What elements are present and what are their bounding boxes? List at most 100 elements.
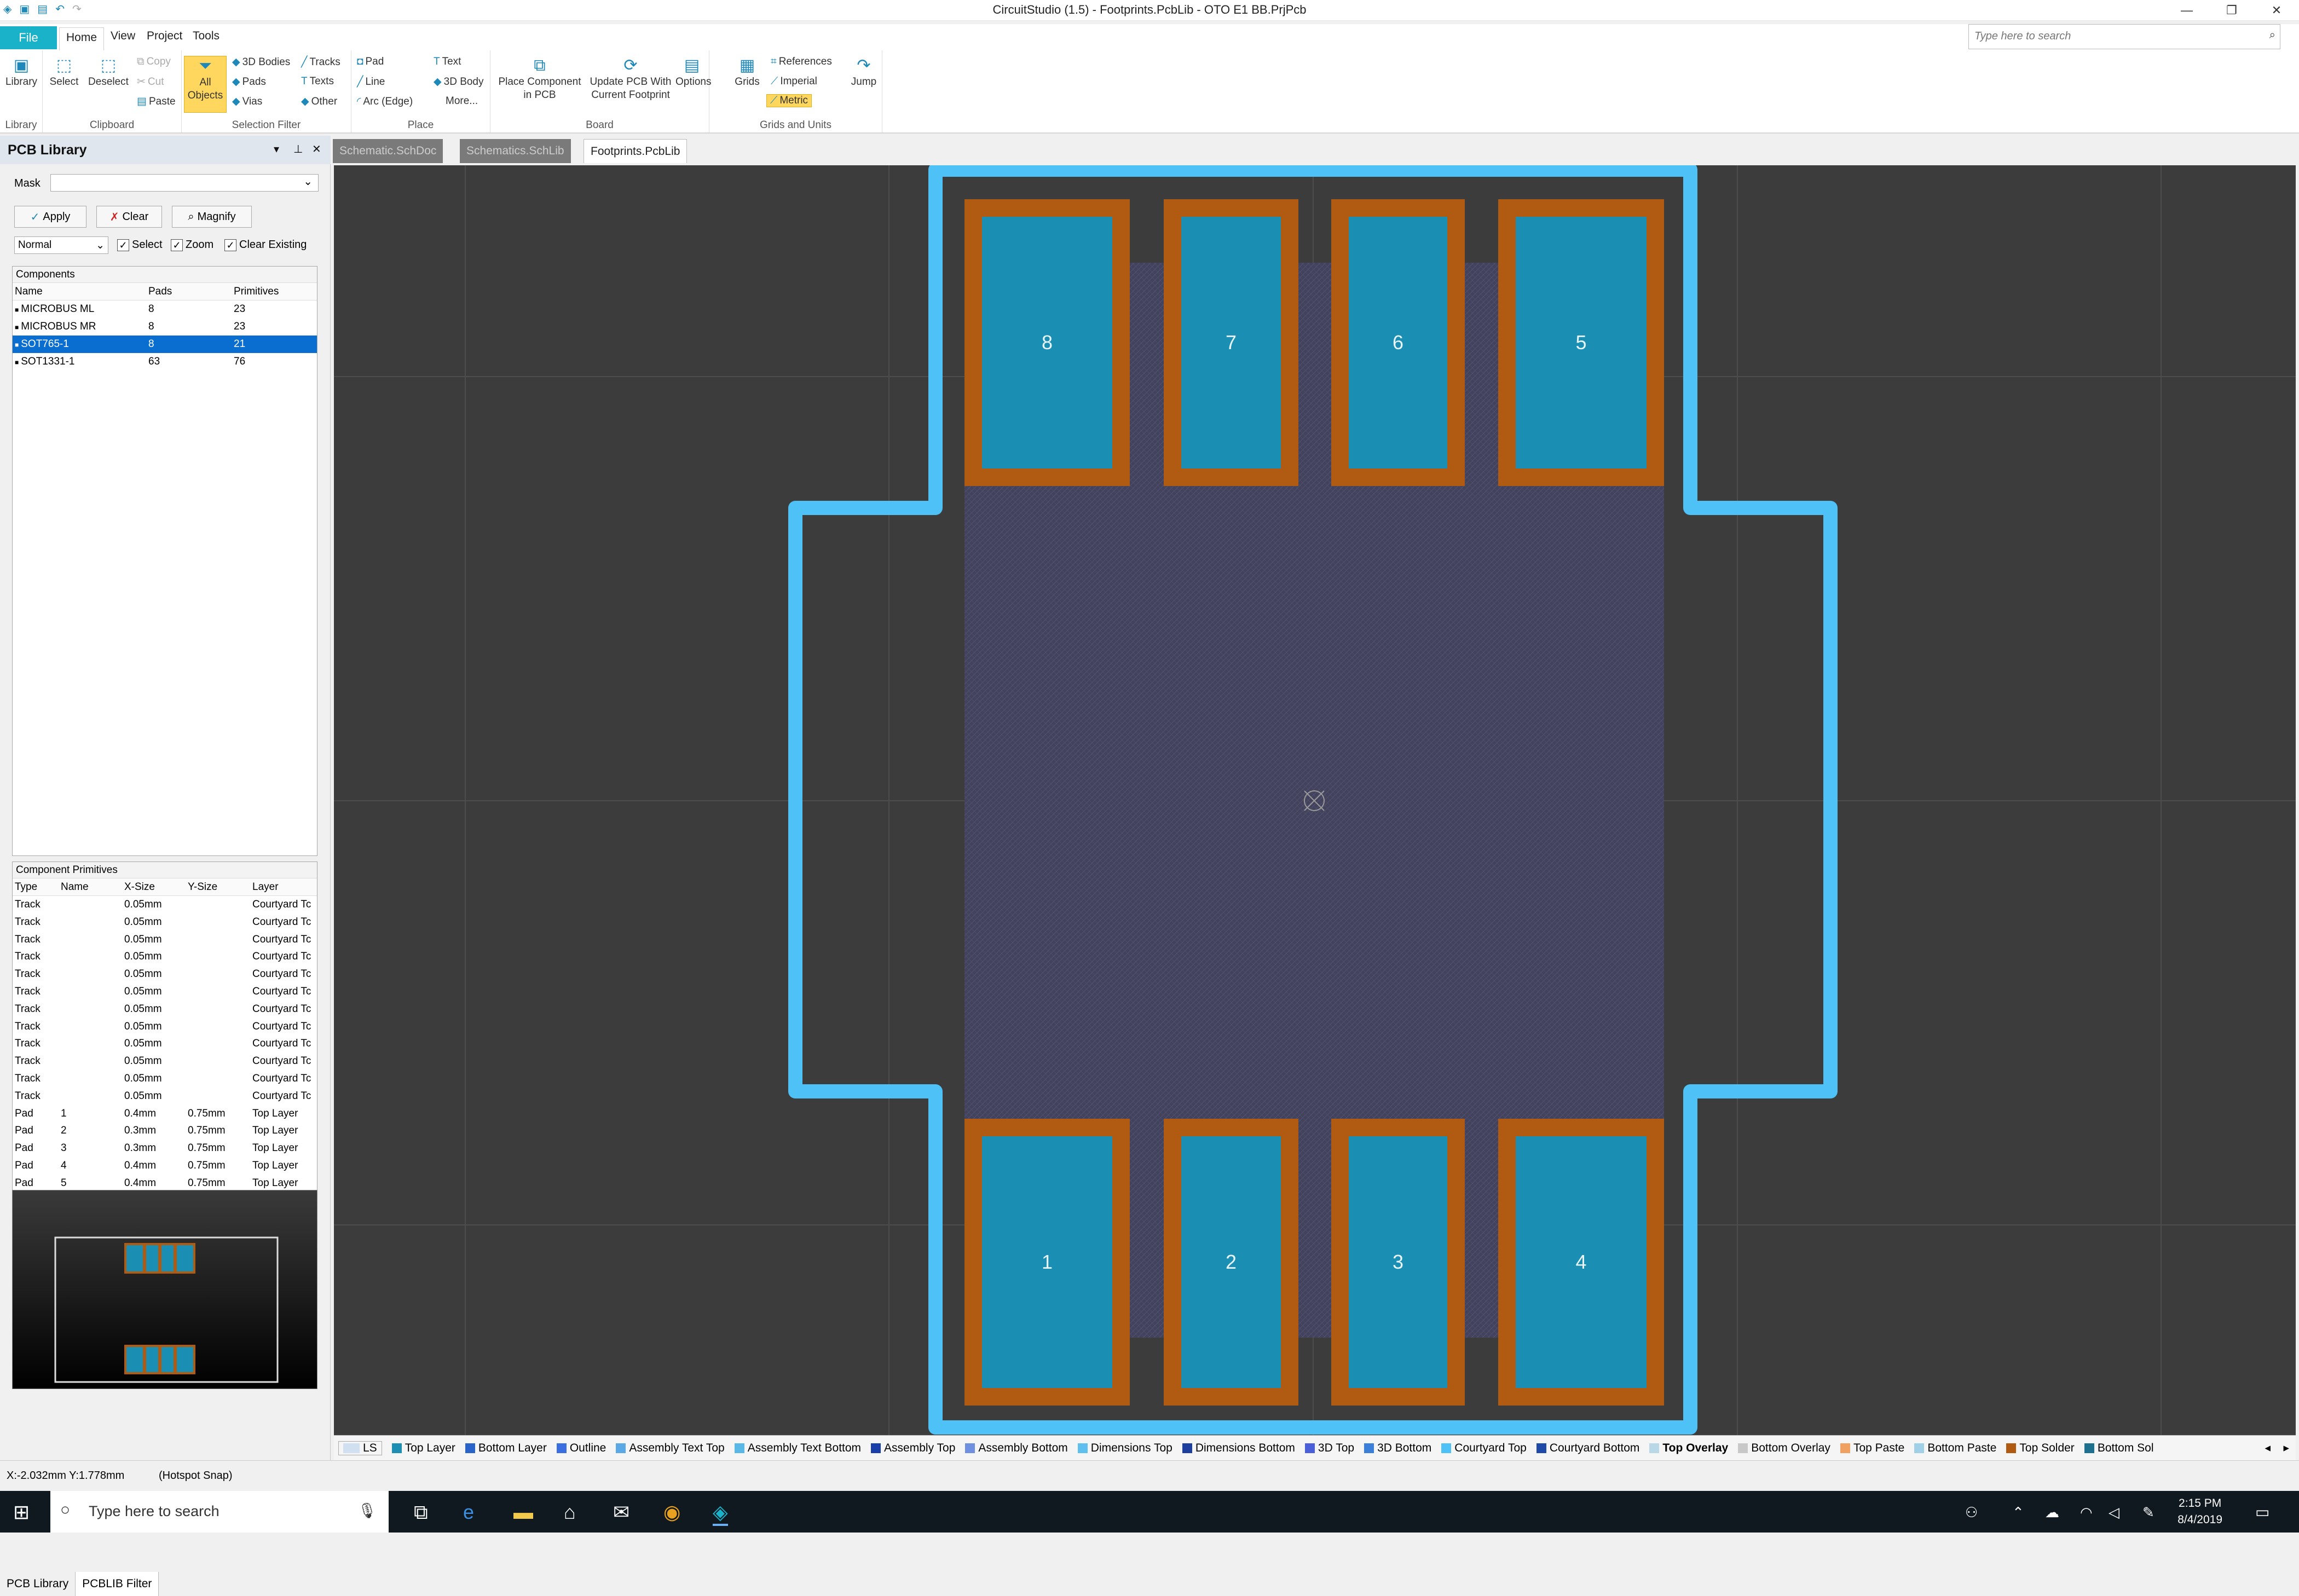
- layer-tab[interactable]: Dimensions Top: [1077, 1442, 1172, 1455]
- pad-7[interactable]: 7: [1164, 199, 1298, 486]
- wifi-icon[interactable]: ◠: [2080, 1504, 2093, 1521]
- metric-button[interactable]: ⟋ Metric: [766, 94, 812, 107]
- select-button[interactable]: ⬚ Select: [46, 56, 82, 89]
- component-row[interactable]: ■ SOT1331-1 63 76: [13, 353, 317, 371]
- close-icon[interactable]: ✕: [2254, 0, 2299, 21]
- clear-existing-checkbox[interactable]: ✓ Clear Existing: [224, 239, 307, 251]
- store-icon[interactable]: ⌂: [564, 1501, 576, 1524]
- filter-tracks[interactable]: ╱ Tracks: [301, 56, 340, 68]
- primitive-row[interactable]: Track 0.05mm Courtyard Tc: [13, 931, 317, 949]
- col-y-size[interactable]: Y-Size: [188, 881, 217, 893]
- primitive-row[interactable]: Pad 1 0.4mm 0.75mm Top Layer: [13, 1105, 317, 1123]
- layer-tab[interactable]: Assembly Text Bottom: [734, 1442, 861, 1455]
- panel-close-icon[interactable]: ✕: [312, 142, 321, 156]
- layer-set-button[interactable]: LS: [338, 1441, 382, 1455]
- minimize-icon[interactable]: —: [2164, 0, 2209, 21]
- place-arc-button[interactable]: ◜ Arc (Edge): [357, 95, 413, 108]
- tab-tools[interactable]: Tools: [193, 30, 219, 43]
- place-component-in-pcb-button[interactable]: ⧉ Place Component in PCB: [496, 56, 584, 102]
- grids-button[interactable]: ▦ Grids: [731, 56, 763, 89]
- pad-2[interactable]: 2: [1164, 1119, 1298, 1406]
- pad-4[interactable]: 4: [1498, 1119, 1664, 1406]
- layer-tab[interactable]: Bottom Paste: [1914, 1442, 1996, 1455]
- update-pcb-button[interactable]: ⟳ Update PCB With Current Footprint: [589, 56, 672, 102]
- component-row[interactable]: ■ SOT765-1 8 21: [13, 336, 317, 353]
- scroll-right-icon[interactable]: ▸: [2283, 1441, 2289, 1455]
- col-prim-name[interactable]: Name: [61, 881, 89, 893]
- pad-5[interactable]: 5: [1498, 199, 1664, 486]
- imperial-button[interactable]: ⟋ Imperial: [771, 76, 817, 88]
- board-minimap[interactable]: [12, 1190, 317, 1389]
- layer-tab[interactable]: Top Layer: [391, 1442, 455, 1455]
- chrome-icon[interactable]: ◉: [663, 1501, 680, 1524]
- search-icon[interactable]: ⌕: [2269, 29, 2275, 42]
- mask-input[interactable]: [50, 174, 319, 192]
- pad-6[interactable]: 6: [1331, 199, 1465, 486]
- tab-home[interactable]: Home: [59, 27, 105, 50]
- notifications-icon[interactable]: ▭: [2255, 1503, 2269, 1521]
- pcb-editor-canvas[interactable]: 8 1 7 2 6 3 5 4: [334, 165, 2296, 1435]
- windows-start-icon[interactable]: ⊞: [13, 1501, 30, 1524]
- primitive-row[interactable]: Track 0.05mm Courtyard Tc: [13, 1001, 317, 1018]
- primitive-row[interactable]: Pad 5 0.4mm 0.75mm Top Layer: [13, 1175, 317, 1192]
- clear-button[interactable]: ✗ Clear: [96, 206, 162, 228]
- filter-other[interactable]: ◆ Other: [301, 95, 337, 108]
- paste-button[interactable]: ▤ Paste: [137, 95, 176, 108]
- library-button[interactable]: ▣ Library: [3, 56, 39, 89]
- doc-tab-schematic-schdoc[interactable]: Schematic.SchDoc: [333, 139, 443, 163]
- place-more-button[interactable]: More...: [446, 95, 478, 107]
- select-checkbox[interactable]: ✓ Select: [117, 239, 163, 251]
- copy-button[interactable]: ⧉ Copy: [137, 56, 171, 68]
- layer-tab[interactable]: Top Paste: [1840, 1442, 1904, 1455]
- edge-icon[interactable]: e: [463, 1501, 474, 1524]
- task-view-icon[interactable]: ⧉: [414, 1501, 428, 1524]
- tab-view[interactable]: View: [111, 30, 135, 43]
- clock[interactable]: 2:15 PM 8/4/2019: [2177, 1495, 2222, 1528]
- layer-tab[interactable]: Assembly Bottom: [965, 1442, 1068, 1455]
- primitive-row[interactable]: Track 0.05mm Courtyard Tc: [13, 983, 317, 1001]
- scroll-left-icon[interactable]: ◂: [2265, 1441, 2271, 1455]
- layer-tab[interactable]: Top Overlay: [1649, 1442, 1728, 1455]
- primitive-row[interactable]: Track 0.05mm Courtyard Tc: [13, 1053, 317, 1070]
- circuitstudio-taskbar-icon[interactable]: ◈: [713, 1501, 728, 1526]
- place-line-button[interactable]: ╱ Line: [357, 76, 385, 88]
- primitive-row[interactable]: Pad 4 0.4mm 0.75mm Top Layer: [13, 1157, 317, 1175]
- primitive-row[interactable]: Track 0.05mm Courtyard Tc: [13, 948, 317, 965]
- restore-icon[interactable]: ❐: [2209, 0, 2254, 21]
- component-row[interactable]: ■ MICROBUS ML 8 23: [13, 300, 317, 318]
- panel-menu-icon[interactable]: ▾: [274, 142, 279, 156]
- tray-expand-icon[interactable]: ⌃: [2012, 1504, 2024, 1521]
- onedrive-icon[interactable]: ☁: [2045, 1504, 2059, 1521]
- primitive-row[interactable]: Track 0.05mm Courtyard Tc: [13, 1070, 317, 1088]
- filter-3d-bodies[interactable]: ◆ 3D Bodies: [232, 56, 290, 68]
- layer-tab[interactable]: Assembly Text Top: [616, 1442, 725, 1455]
- place-3d-body-button[interactable]: ◆ 3D Body: [434, 76, 484, 88]
- layer-tab[interactable]: Assembly Top: [871, 1442, 955, 1455]
- pad-1[interactable]: 1: [964, 1119, 1130, 1406]
- layer-tab[interactable]: Courtyard Bottom: [1536, 1442, 1639, 1455]
- magnify-button[interactable]: ⌕ Magnify: [172, 206, 252, 228]
- filter-texts[interactable]: T Texts: [301, 76, 334, 88]
- file-menu[interactable]: File: [0, 26, 57, 49]
- doc-tab-schematics-schlib[interactable]: Schematics.SchLib: [460, 139, 571, 163]
- primitive-row[interactable]: Pad 2 0.3mm 0.75mm Top Layer: [13, 1122, 317, 1140]
- file-explorer-icon[interactable]: ▬: [513, 1501, 533, 1524]
- primitive-row[interactable]: Track 0.05mm Courtyard Tc: [13, 1018, 317, 1036]
- primitive-row[interactable]: Track 0.05mm Courtyard Tc: [13, 965, 317, 983]
- all-objects-button[interactable]: ⏷ All Objects: [184, 56, 227, 113]
- layer-tab[interactable]: Bottom Sol: [2084, 1442, 2154, 1455]
- primitive-row[interactable]: Pad 3 0.3mm 0.75mm Top Layer: [13, 1140, 317, 1157]
- pad-3[interactable]: 3: [1331, 1119, 1465, 1406]
- primitive-row[interactable]: Track 0.05mm Courtyard Tc: [13, 913, 317, 931]
- tab-pcblib-filter[interactable]: PCBLIB Filter: [76, 1572, 159, 1596]
- search-input[interactable]: Type here to search ⌕: [1968, 24, 2280, 49]
- col-layer[interactable]: Layer: [252, 881, 279, 893]
- doc-tab-footprints-pcblib[interactable]: Footprints.PcbLib: [584, 139, 688, 163]
- layer-tab[interactable]: Outline: [556, 1442, 606, 1455]
- layer-tab[interactable]: Courtyard Top: [1441, 1442, 1527, 1455]
- mode-select[interactable]: Normal ⌄: [14, 236, 108, 254]
- taskbar-search[interactable]: ○ Type here to search 🎙: [50, 1491, 389, 1533]
- cut-button[interactable]: ✂ Cut: [137, 76, 164, 88]
- options-button[interactable]: ▤ Options: [675, 56, 711, 89]
- place-text-button[interactable]: T Text: [434, 56, 461, 68]
